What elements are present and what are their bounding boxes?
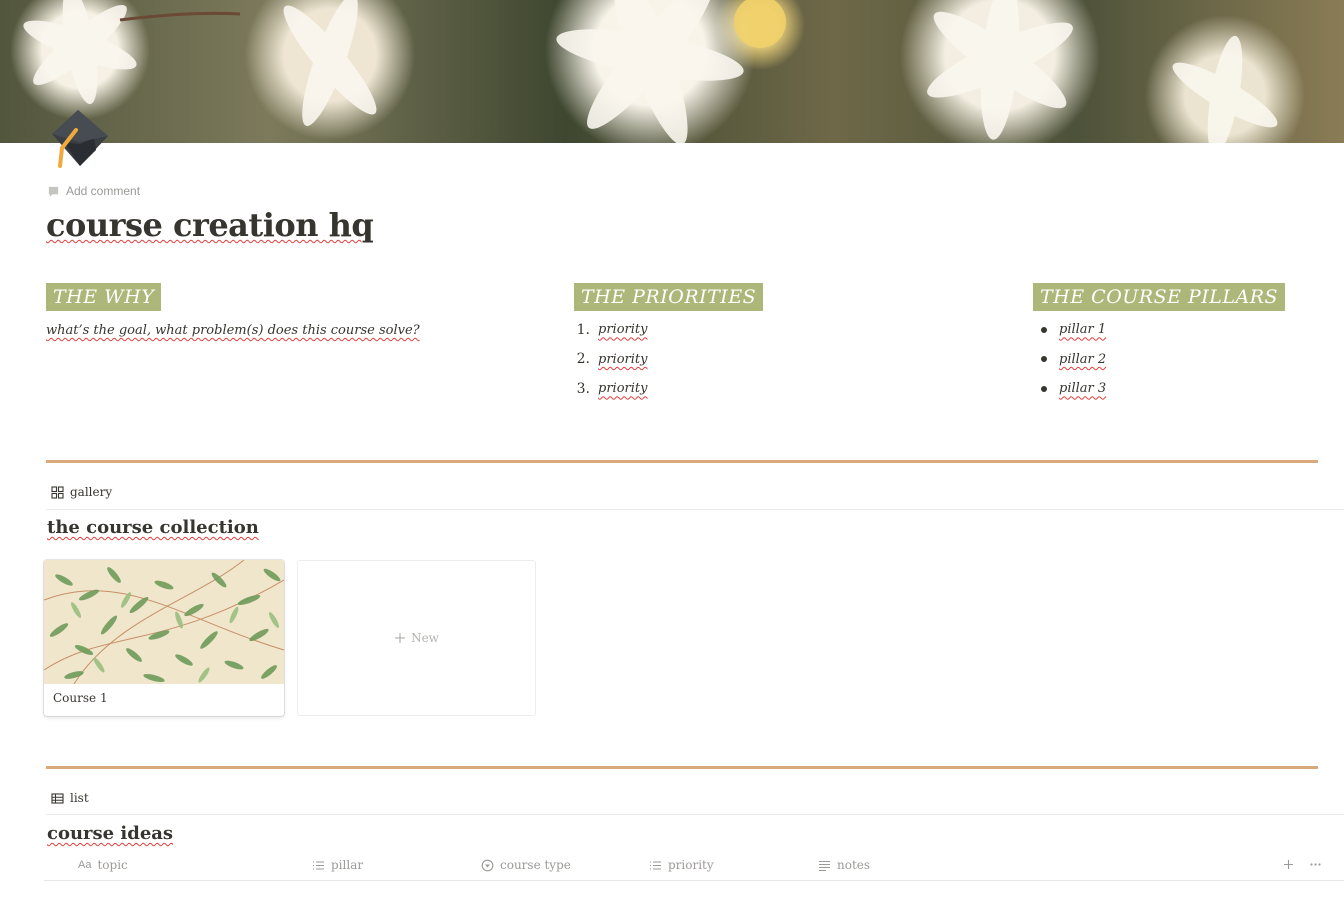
column-header-priority[interactable]: priority — [649, 858, 714, 872]
new-card-button[interactable]: New — [297, 560, 536, 716]
add-comment-button[interactable]: Add comment — [47, 184, 140, 198]
priority-list-item[interactable]: 2. priority — [574, 345, 763, 375]
gallery-view-tab[interactable]: gallery — [51, 485, 112, 499]
card-cover-image — [44, 560, 284, 685]
bullet-icon — [1041, 326, 1047, 333]
graduation-cap-icon[interactable] — [46, 108, 112, 174]
list-view-tab[interactable]: list — [51, 791, 89, 805]
table-icon — [51, 792, 64, 804]
gallery-database-title[interactable]: the course collection — [47, 517, 259, 538]
comment-icon — [48, 186, 59, 197]
cover-image[interactable] — [0, 0, 1344, 143]
priorities-heading[interactable]: THE PRIORITIES — [574, 283, 764, 311]
bullet-icon — [1041, 385, 1047, 392]
gallery-grid-icon — [51, 485, 64, 499]
column-header-course-type[interactable]: course type — [481, 858, 571, 872]
more-options-button[interactable] — [1309, 858, 1322, 871]
priority-list-item[interactable]: 1. priority — [574, 315, 763, 345]
plus-icon — [395, 633, 406, 643]
priority-list-item[interactable]: 3. priority — [574, 374, 763, 404]
priorities-column: THE PRIORITIES 1. priority 2. priority 3… — [574, 283, 764, 404]
flower-cover-art — [23, 0, 1278, 143]
column-header-notes[interactable]: notes — [818, 858, 870, 872]
bullet-icon — [1041, 356, 1047, 363]
why-heading[interactable]: THE WHY — [46, 283, 162, 311]
add-column-button[interactable] — [1282, 858, 1295, 871]
list-icon — [650, 860, 661, 870]
why-text[interactable]: what’s the goal, what problem(s) does th… — [46, 323, 420, 338]
section-divider — [46, 766, 1318, 769]
section-divider — [46, 460, 1318, 463]
list-icon — [313, 860, 324, 870]
select-icon — [481, 859, 494, 871]
page-title[interactable]: course creation hq — [46, 206, 374, 244]
pillar-list-item[interactable]: pillar 3 — [1033, 374, 1285, 404]
card-title: Course 1 — [53, 691, 108, 705]
lines-icon — [819, 860, 830, 871]
pillar-list-item[interactable]: pillar 2 — [1033, 345, 1285, 375]
more-dots-icon — [1310, 863, 1321, 866]
add-comment-label: Add comment — [66, 184, 141, 198]
list-database-title[interactable]: course ideas — [47, 823, 173, 844]
table-header: Aa topic pillar course type priority not… — [44, 852, 1344, 881]
why-column: THE WHY what’s the goal, what problem(s)… — [46, 283, 420, 338]
view-tab-underline — [46, 814, 1344, 815]
leaf-pattern-art — [44, 560, 284, 685]
pillars-heading[interactable]: THE COURSE PILLARS — [1033, 283, 1286, 311]
pillar-list-item[interactable]: pillar 1 — [1033, 315, 1285, 345]
view-tab-underline — [46, 509, 1344, 510]
column-header-topic[interactable]: Aa topic — [78, 858, 128, 872]
pillars-column: THE COURSE PILLARS pillar 1 pillar 2 pil… — [1033, 283, 1286, 404]
plus-icon — [1284, 860, 1293, 869]
gallery-card[interactable]: Course 1 — [44, 560, 284, 716]
column-header-pillar[interactable]: pillar — [312, 858, 363, 872]
text-aa-icon: Aa — [78, 859, 92, 871]
